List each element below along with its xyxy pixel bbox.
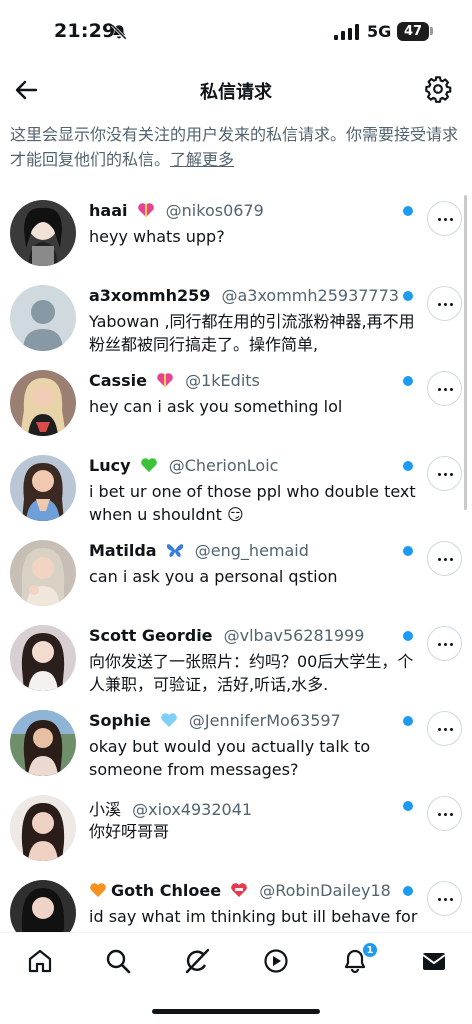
avatar[interactable] [10, 540, 76, 606]
battery-level: 47 [397, 22, 429, 41]
sender-handle: @a3xommh25937773 [221, 286, 399, 305]
unread-dot [403, 546, 413, 556]
scrollbar[interactable] [464, 195, 467, 510]
more-options-button[interactable] [427, 541, 462, 576]
sender-name: Cassie [89, 371, 147, 390]
unread-dot [403, 291, 413, 301]
header: 私信请求 [0, 62, 472, 116]
sender-line: Sophie @JenniferMo63597 [89, 711, 399, 733]
sender-name: Matilda [89, 541, 157, 560]
message-preview: 你好呀哥哥 [89, 822, 170, 841]
more-options-button[interactable] [427, 456, 462, 491]
request-row[interactable]: Cassie @1kEdits hey can i ask you someth… [0, 362, 472, 447]
light-blue-heart-emoji-icon [160, 713, 177, 727]
avatar[interactable] [10, 285, 76, 351]
request-row[interactable]: Lucy @CherionLoic i bet ur one of those … [0, 447, 472, 532]
sender-name: Sophie [89, 711, 151, 730]
message-preview: can i ask you a personal qstion [89, 567, 338, 586]
mending-heart-emoji-icon [231, 883, 247, 897]
green-heart-emoji-icon [140, 458, 157, 472]
sender-line: Goth Chloee @RobinDailey18 [89, 881, 399, 903]
network-type: 5G [367, 22, 392, 41]
avatar[interactable] [10, 455, 76, 521]
more-options-button[interactable] [427, 711, 462, 746]
more-options-button[interactable] [427, 371, 462, 406]
signal-icon [334, 24, 359, 40]
unread-dot [403, 801, 413, 811]
sender-line: Cassie @1kEdits [89, 371, 399, 393]
request-row[interactable]: haai @nikos0679 heyy whats upp? [0, 192, 472, 277]
request-row[interactable]: Sophie @JenniferMo63597 okay but would y… [0, 702, 472, 787]
sender-name: Lucy [89, 456, 131, 475]
grok-icon[interactable] [183, 947, 211, 975]
more-options-button[interactable] [427, 796, 462, 831]
sender-name: haai [89, 201, 128, 220]
request-row[interactable]: Matilda @eng_hemaid can i ask you a pers… [0, 532, 472, 617]
intro-text: 这里会显示你没有关注的用户发来的私信请求。你需要接受请求才能回复他们的私信。了解… [10, 122, 462, 172]
avatar[interactable] [10, 795, 76, 861]
avatar[interactable] [10, 370, 76, 436]
sender-name: Scott Geordie [89, 626, 213, 645]
home-indicator [152, 1009, 320, 1014]
request-row[interactable]: a3xommh259 @a3xommh25937773 Yabowan ,同行都… [0, 277, 472, 362]
sender-line: Scott Geordie @vlbav56281999 [89, 626, 399, 648]
sender-handle: @vlbav56281999 [223, 626, 365, 645]
message-preview: okay but would you actually talk to some… [89, 737, 371, 779]
more-options-button[interactable] [427, 626, 462, 661]
sender-line: haai @nikos0679 [89, 201, 399, 223]
orange-heart-emoji-icon [90, 883, 106, 897]
sender-line: 小溪 @xiox4932041 [89, 796, 399, 818]
battery-cap [430, 27, 433, 35]
heart-gift-emoji-icon [157, 373, 173, 387]
search-icon[interactable] [104, 947, 132, 975]
sender-handle: @CherionLoic [168, 456, 279, 475]
sender-handle: @JenniferMo63597 [188, 711, 341, 730]
heart-gift-emoji-icon [137, 203, 154, 217]
page-title: 私信请求 [200, 82, 272, 103]
message-preview: heyy whats upp? [89, 227, 225, 246]
more-options-button[interactable] [427, 881, 462, 916]
video-icon[interactable] [262, 947, 290, 975]
learn-more-link[interactable]: 了解更多 [170, 150, 234, 169]
more-options-button[interactable] [427, 286, 462, 321]
request-row[interactable]: 小溪 @xiox4932041 你好呀哥哥 [0, 787, 472, 872]
unread-dot [403, 716, 413, 726]
unread-dot [403, 376, 413, 386]
sender-handle: @1kEdits [185, 371, 260, 390]
message-preview: 向你发送了一张照片：约吗？00后大学生，个人兼职，可验证，活好,听话,水多. [89, 652, 414, 694]
unread-dot [403, 461, 413, 471]
messages-icon[interactable] [420, 947, 448, 975]
message-preview: Yabowan ,同行都在用的引流涨粉神器,再不用粉丝都被同行搞走了。操作简单, [89, 312, 415, 354]
avatar[interactable] [10, 710, 76, 776]
sender-name: 小溪 [89, 800, 122, 818]
sender-name: a3xommh259 [89, 286, 211, 305]
message-preview: id say what im thinking but ill behave f… [89, 907, 418, 926]
sender-line: Matilda @eng_hemaid [89, 541, 399, 563]
sender-handle: @eng_hemaid [194, 541, 309, 560]
sender-handle: @xiox4932041 [132, 800, 253, 818]
butterfly-emoji-icon [166, 544, 183, 557]
gear-icon[interactable] [424, 75, 452, 103]
message-preview: i bet ur one of those ppl who double tex… [89, 482, 416, 524]
message-preview: hey can i ask you something lol [89, 397, 343, 416]
unread-dot [403, 631, 413, 641]
avatar[interactable] [10, 200, 76, 266]
sender-name: Goth Chloee [111, 881, 222, 900]
home-icon[interactable] [26, 947, 54, 975]
sender-line: Lucy @CherionLoic [89, 456, 399, 478]
request-row[interactable]: Scott Geordie @vlbav56281999 向你发送了一张照片：约… [0, 617, 472, 702]
avatar[interactable] [10, 625, 76, 691]
unread-dot [403, 886, 413, 896]
more-options-button[interactable] [427, 201, 462, 236]
bell-slash-icon [111, 24, 127, 40]
unread-dot [403, 206, 413, 216]
status-time: 21:29 [54, 20, 116, 42]
sender-handle: @nikos0679 [165, 201, 264, 220]
notifications-badge: 1 [362, 942, 378, 958]
sender-handle: @RobinDailey18 [259, 881, 391, 900]
sender-line: a3xommh259 @a3xommh25937773 [89, 286, 399, 308]
status-bar: 21:29 5G 47 [0, 0, 472, 62]
